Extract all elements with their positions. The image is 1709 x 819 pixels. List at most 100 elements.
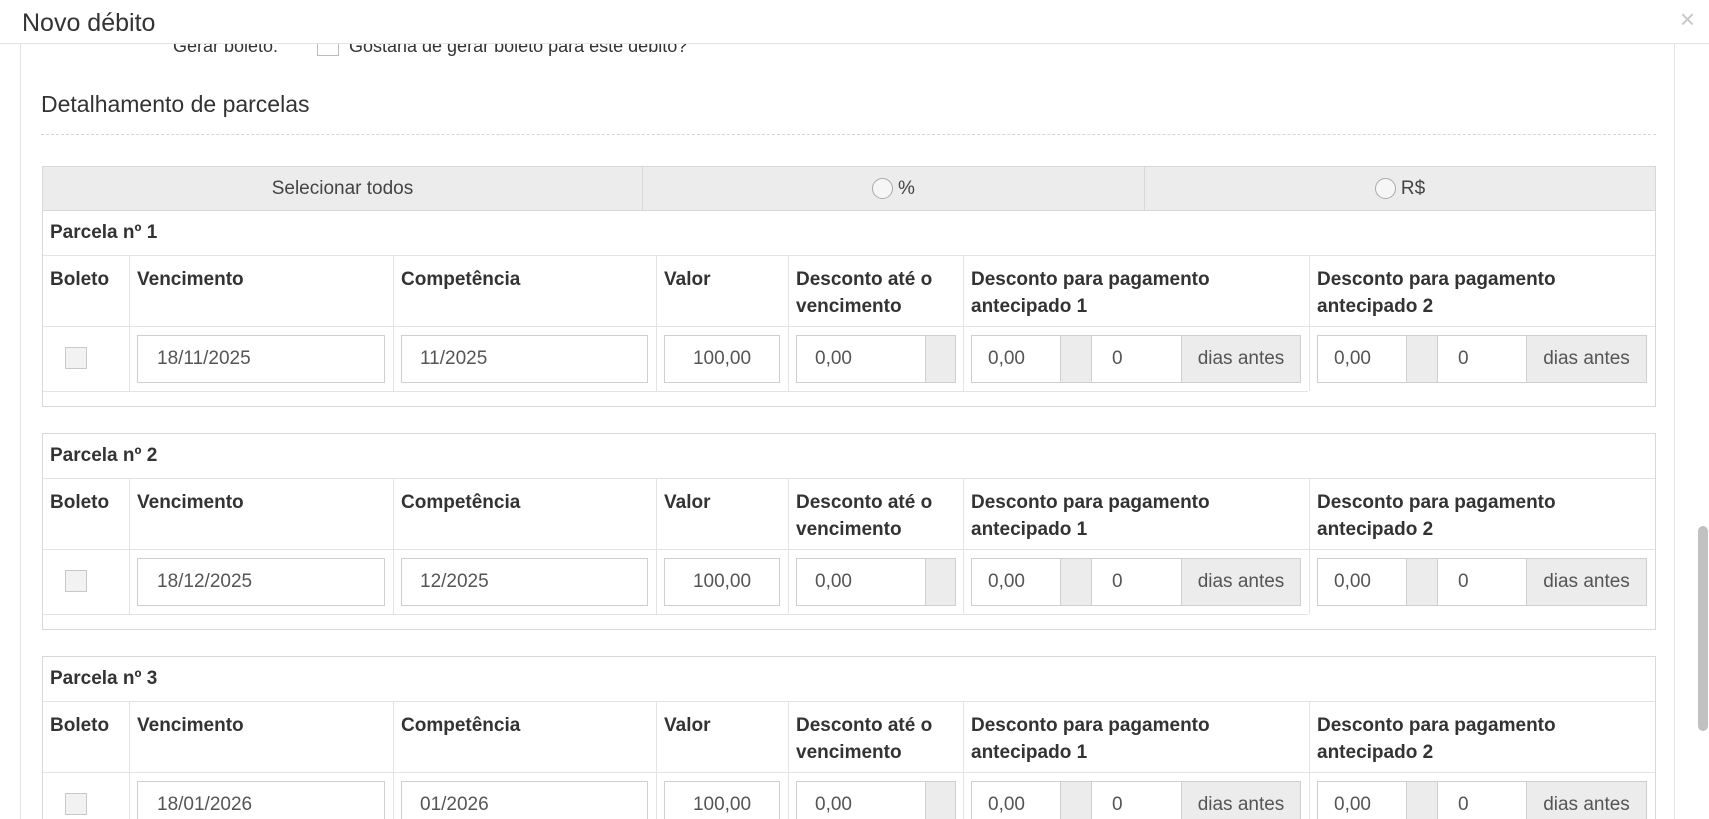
col-divider — [1309, 701, 1310, 819]
boleto-checkbox[interactable] — [65, 793, 87, 815]
antecipado2-valor-input[interactable]: 0,00 — [1317, 335, 1407, 383]
desconto-vencimento-input[interactable]: 0,00 — [796, 335, 926, 383]
row-divider — [43, 549, 1655, 550]
antecipado2-dias-antes-addon: dias antes — [1526, 335, 1647, 383]
parcela-title: Parcela nº 2 — [50, 445, 158, 466]
valor-input[interactable]: 100,00 — [664, 781, 780, 819]
antecipado2-unit-addon — [1406, 335, 1438, 383]
col-head-vencimento: Vencimento — [137, 715, 244, 736]
valor-input[interactable]: 100,00 — [664, 558, 780, 606]
real-label: R$ — [1400, 177, 1426, 199]
vencimento-input[interactable]: 18/01/2026 — [137, 781, 385, 819]
percent-option[interactable]: % — [643, 167, 1145, 210]
desconto-vencimento-input[interactable]: 0,00 — [796, 781, 926, 819]
col-head-boleto: Boleto — [50, 269, 110, 290]
col-head-desconto-vencimento: Desconto até o vencimento — [796, 266, 932, 320]
percent-radio[interactable] — [872, 178, 894, 199]
col-head-line: antecipado 1 — [971, 742, 1088, 763]
row-divider — [43, 614, 1308, 615]
col-head-line: Desconto até o — [796, 715, 933, 736]
col-head-line: Desconto até o — [796, 269, 933, 290]
scrollbar-thumb[interactable] — [1698, 526, 1708, 731]
valor-input[interactable]: 100,00 — [664, 335, 780, 383]
antecipado2-dias-input[interactable]: 0 — [1437, 781, 1527, 819]
col-head-antecipado1: Desconto para pagamento antecipado 1 — [971, 489, 1210, 543]
col-divider — [788, 701, 789, 819]
close-icon[interactable]: × — [1680, 4, 1695, 35]
col-head-line: Desconto para pagamento — [971, 492, 1210, 513]
gerar-boleto-text: Gostaria de gerar boleto para este débit… — [349, 44, 688, 56]
desconto-vencimento-unit-addon — [925, 781, 956, 819]
vencimento-input[interactable]: 18/11/2025 — [137, 335, 385, 383]
col-divider — [788, 255, 789, 391]
antecipado1-valor-input[interactable]: 0,00 — [971, 558, 1061, 606]
parcela-card: Parcela nº 3 Boleto Vencimento Competência V… — [42, 656, 1656, 819]
select-all-label: Selecionar todos — [271, 177, 414, 199]
gerar-boleto-checkbox[interactable] — [317, 44, 339, 56]
boleto-checkbox[interactable] — [65, 570, 87, 592]
col-head-vencimento: Vencimento — [137, 269, 244, 290]
modal-body: Gerar boleto: Gostaria de gerar boleto p… — [20, 44, 1675, 819]
antecipado1-valor-input[interactable]: 0,00 — [971, 335, 1061, 383]
modal-title: Novo débito — [22, 9, 156, 37]
parcela-card: Parcela nº 1 Boleto Vencimento Competência V… — [42, 210, 1656, 407]
antecipado2-unit-addon — [1406, 781, 1438, 819]
antecipado2-valor-input[interactable]: 0,00 — [1317, 781, 1407, 819]
col-head-line: Desconto para pagamento — [1317, 269, 1556, 290]
col-head-line: antecipado 2 — [1317, 296, 1434, 317]
col-head-desconto-vencimento: Desconto até o vencimento — [796, 712, 932, 766]
col-head-line: antecipado 1 — [971, 519, 1088, 540]
competencia-input[interactable]: 01/2026 — [401, 781, 648, 819]
percent-label: % — [898, 177, 915, 199]
antecipado2-dias-input[interactable]: 0 — [1437, 558, 1527, 606]
competencia-input[interactable]: 12/2025 — [401, 558, 648, 606]
boleto-checkbox[interactable] — [65, 347, 87, 369]
col-divider — [656, 255, 657, 391]
competencia-input[interactable]: 11/2025 — [401, 335, 648, 383]
antecipado2-unit-addon — [1406, 558, 1438, 606]
row-divider — [43, 772, 1655, 773]
vencimento-input[interactable]: 18/12/2025 — [137, 558, 385, 606]
col-head-line: antecipado 1 — [971, 296, 1088, 317]
col-head-antecipado1: Desconto para pagamento antecipado 1 — [971, 266, 1210, 320]
desconto-vencimento-unit-addon — [925, 558, 956, 606]
antecipado2-dias-antes-addon: dias antes — [1526, 781, 1647, 819]
col-head-desconto-vencimento: Desconto até o vencimento — [796, 489, 932, 543]
antecipado1-unit-addon — [1060, 335, 1092, 383]
col-divider — [393, 701, 394, 819]
col-divider — [656, 701, 657, 819]
col-head-line: Desconto para pagamento — [971, 715, 1210, 736]
col-head-boleto: Boleto — [50, 492, 110, 513]
scrollbar[interactable] — [1697, 44, 1709, 819]
antecipado1-dias-antes-addon: dias antes — [1181, 781, 1301, 819]
antecipado1-valor-input[interactable]: 0,00 — [971, 781, 1061, 819]
col-divider — [963, 478, 964, 614]
antecipado1-dias-antes-addon: dias antes — [1181, 558, 1301, 606]
col-head-line: Desconto para pagamento — [971, 269, 1210, 290]
antecipado1-dias-input[interactable]: 0 — [1091, 781, 1182, 819]
antecipado2-dias-antes-addon: dias antes — [1526, 558, 1647, 606]
col-divider — [129, 255, 130, 391]
col-head-line: vencimento — [796, 519, 902, 540]
antecipado1-unit-addon — [1060, 558, 1092, 606]
select-all-button[interactable]: Selecionar todos — [43, 167, 643, 210]
antecipado1-dias-input[interactable]: 0 — [1091, 335, 1182, 383]
desconto-vencimento-input[interactable]: 0,00 — [796, 558, 926, 606]
antecipado2-dias-input[interactable]: 0 — [1437, 335, 1527, 383]
col-head-antecipado2: Desconto para pagamento antecipado 2 — [1317, 266, 1556, 320]
col-divider — [393, 255, 394, 391]
col-divider — [129, 701, 130, 819]
antecipado1-dias-input[interactable]: 0 — [1091, 558, 1182, 606]
select-bar: Selecionar todos % R$ — [42, 166, 1656, 211]
modal-header: Novo débito × — [0, 0, 1709, 44]
row-divider — [43, 255, 1655, 256]
real-radio[interactable] — [1374, 178, 1396, 199]
parcela-card: Parcela nº 2 Boleto Vencimento Competência V… — [42, 433, 1656, 630]
gerar-boleto-row: Gerar boleto: Gostaria de gerar boleto p… — [21, 44, 1674, 56]
real-option[interactable]: R$ — [1145, 167, 1655, 210]
col-divider — [963, 701, 964, 819]
col-divider — [129, 478, 130, 614]
col-head-antecipado1: Desconto para pagamento antecipado 1 — [971, 712, 1210, 766]
col-divider — [393, 478, 394, 614]
antecipado2-valor-input[interactable]: 0,00 — [1317, 558, 1407, 606]
